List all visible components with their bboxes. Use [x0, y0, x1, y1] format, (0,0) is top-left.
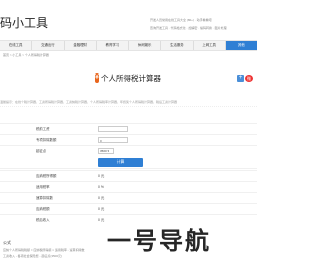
- share-plus-icon[interactable]: +: [237, 75, 244, 82]
- nav-item[interactable]: 上网工具: [194, 41, 226, 50]
- header-info-line: 开发人员常用在线工具大全 (80+) · 动手看看吧: [150, 18, 212, 22]
- header-info-line-2: 查询开发工具 · 代码格式化 · 加解密 · 编码转换 · 图片处理: [150, 26, 227, 30]
- share-buttons: + 微: [237, 75, 253, 82]
- page-title: 个人所得税计算器: [101, 73, 161, 83]
- formula-line: 工资收入 - 各项社会保险费 - 起征点(3500元): [3, 254, 63, 258]
- formula-section-title: 公式: [3, 240, 11, 245]
- result-label: 税后收入: [36, 218, 50, 222]
- tax-calculator-icon: ¥: [95, 73, 99, 83]
- form-row-threshold: 起征点 3500 ▾: [0, 145, 257, 157]
- calculate-button[interactable]: 计算: [98, 158, 143, 167]
- result-value: 0 元: [98, 218, 105, 222]
- nav-item[interactable]: 生活服务: [161, 41, 194, 50]
- divider: [0, 106, 257, 110]
- nav-item[interactable]: 休闲娱乐: [129, 41, 162, 50]
- page-description: 温馨提示：在线个税计算器，工资所得税计算器，工资纳税计算器，个人所得税率计算器，…: [0, 100, 178, 104]
- nav-item[interactable]: 其他: [225, 41, 257, 50]
- nav-item[interactable]: 金融理财: [65, 41, 97, 50]
- nav-item[interactable]: 交通出行: [32, 41, 65, 50]
- formula-line: 应纳个人所得税税额 = 应纳税所得额 × 适用税率 - 速算扣除数: [3, 248, 85, 252]
- watermark: 一号导航: [107, 227, 211, 255]
- salary-input[interactable]: [98, 126, 128, 132]
- site-logo[interactable]: 码小工具: [0, 14, 48, 31]
- weibo-icon[interactable]: 微: [245, 75, 253, 82]
- breadcrumb[interactable]: 首页 > 小工具 > 个人所得税计算器: [3, 53, 49, 57]
- threshold-select[interactable]: 3500 ▾: [98, 148, 114, 154]
- deduction-input[interactable]: 0: [98, 137, 128, 143]
- threshold-value: 3500: [100, 149, 107, 153]
- nav-item[interactable]: 教育学习: [97, 41, 129, 50]
- main-nav: 在线工具 交通出行 金融理财 教育学习 休闲娱乐 生活服务 上网工具 其他: [0, 40, 257, 51]
- threshold-label: 起征点: [36, 149, 47, 153]
- divider: [0, 168, 257, 169]
- page-title-box: ¥ 个人所得税计算器: [95, 72, 161, 84]
- nav-item[interactable]: 在线工具: [0, 41, 33, 50]
